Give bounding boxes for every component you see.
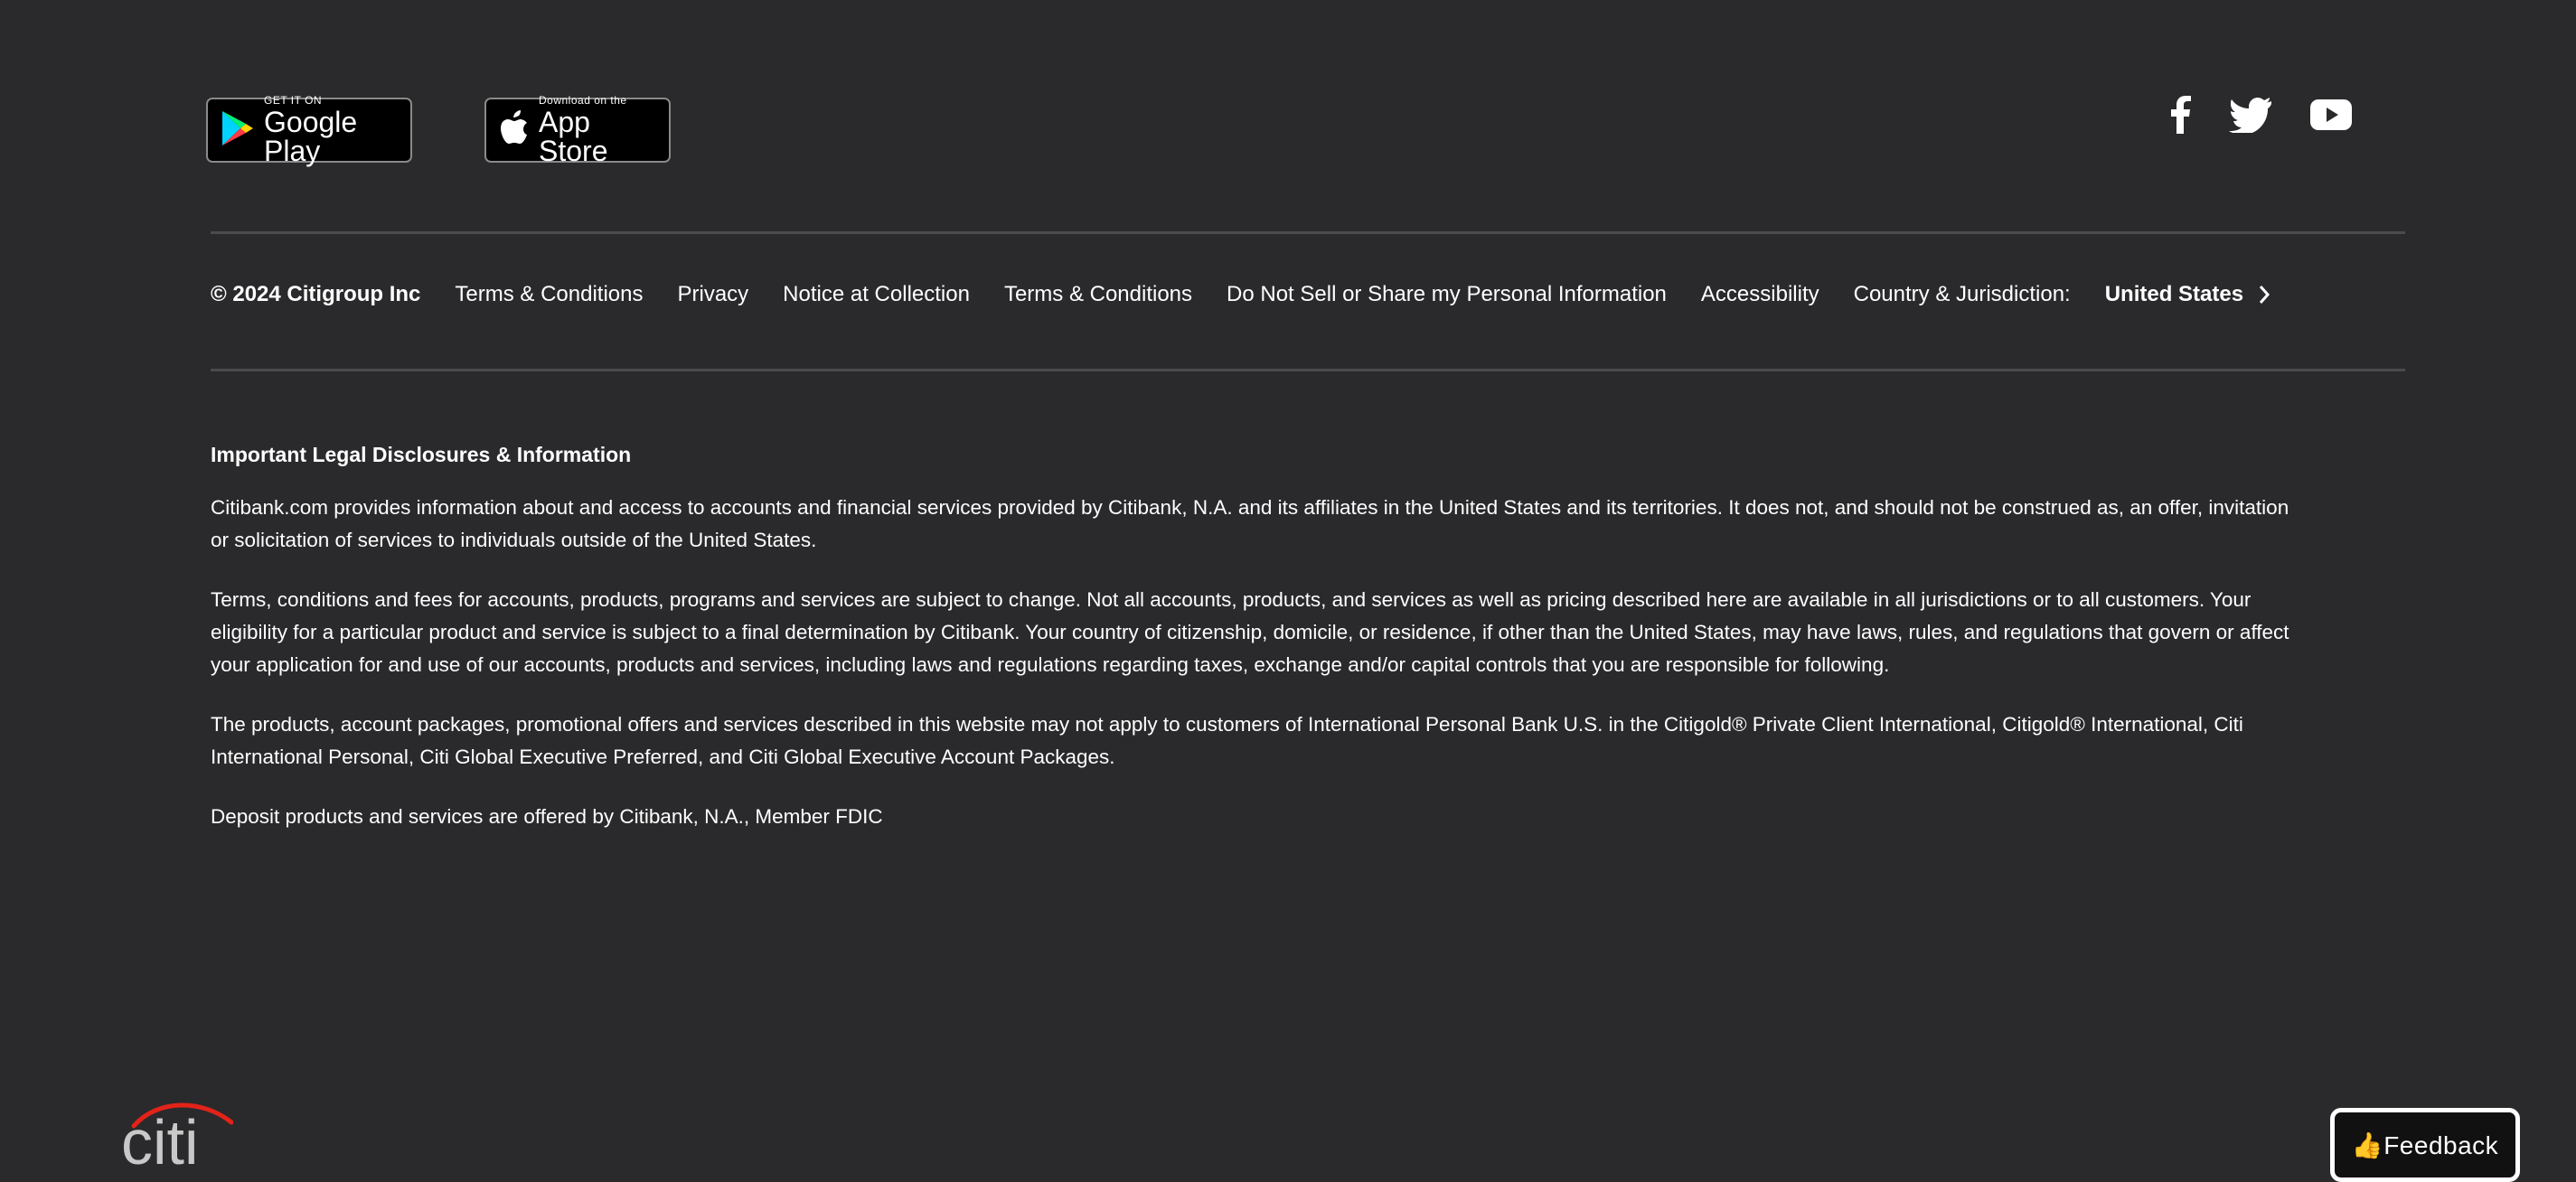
copyright-text: © 2024 Citigroup Inc bbox=[211, 282, 421, 306]
disclosure-paragraph: Terms, conditions and fees for accounts,… bbox=[211, 588, 2289, 676]
citi-logo-text: citi bbox=[121, 1107, 199, 1168]
chevron-right-icon[interactable] bbox=[2258, 284, 2270, 305]
youtube-icon[interactable] bbox=[2310, 99, 2352, 130]
facebook-icon[interactable] bbox=[2169, 96, 2191, 134]
privacy-link[interactable]: Privacy bbox=[677, 282, 748, 307]
app-store-badge[interactable]: Download on the App Store bbox=[484, 94, 671, 167]
citi-logo[interactable]: citi bbox=[121, 1099, 234, 1177]
feedback-button[interactable]: 👍Feedback bbox=[2330, 1108, 2520, 1182]
accessibility-link[interactable]: Accessibility bbox=[1701, 282, 1819, 307]
disclosure-paragraph: The products, account packages, promotio… bbox=[211, 713, 2243, 768]
terms-conditions-link[interactable]: Terms & Conditions bbox=[455, 282, 643, 307]
app-store-title: App Store bbox=[539, 106, 608, 167]
google-play-title: Google Play bbox=[264, 106, 358, 167]
notice-at-collection-link[interactable]: Notice at Collection bbox=[783, 282, 970, 307]
divider-bottom bbox=[211, 369, 2405, 371]
social-links bbox=[2169, 96, 2352, 134]
disclosure-paragraph: Citibank.com provides information about … bbox=[211, 496, 2289, 551]
country-jurisdiction-label: Country & Jurisdiction: bbox=[1853, 282, 2071, 306]
google-play-badge[interactable]: GET IT ON Google Play bbox=[206, 94, 412, 167]
legal-disclosures: Important Legal Disclosures & Informatio… bbox=[211, 441, 2289, 860]
disclosures-heading: Important Legal Disclosures & Informatio… bbox=[211, 443, 632, 466]
legal-links-bar: © 2024 Citigroup Inc Terms & Conditions … bbox=[211, 282, 2270, 307]
divider-top bbox=[211, 231, 2405, 234]
twitter-icon[interactable] bbox=[2229, 97, 2272, 133]
terms-conditions-link-2[interactable]: Terms & Conditions bbox=[1004, 282, 1192, 307]
disclosure-paragraph: Deposit products and services are offere… bbox=[211, 805, 883, 828]
country-selector[interactable]: United States bbox=[2105, 282, 2243, 307]
do-not-sell-link[interactable]: Do Not Sell or Share my Personal Informa… bbox=[1227, 282, 1667, 307]
google-play-caption: GET IT ON bbox=[264, 94, 323, 107]
app-store-badges: GET IT ON Google Play Download on the Ap… bbox=[206, 94, 671, 167]
apple-icon bbox=[499, 109, 530, 151]
google-play-icon bbox=[221, 109, 255, 152]
app-store-caption: Download on the bbox=[539, 94, 627, 107]
